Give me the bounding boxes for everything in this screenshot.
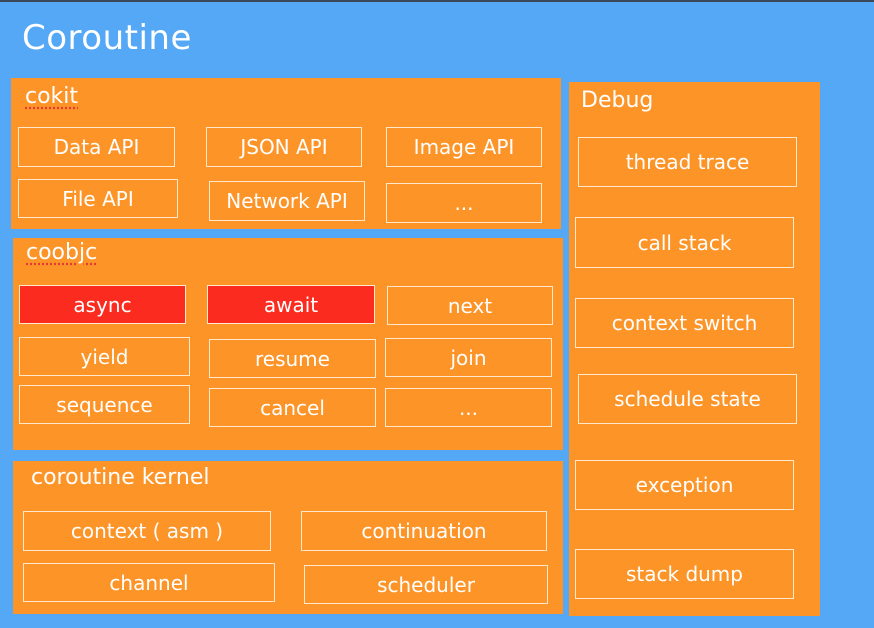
cokit-json-api: JSON API bbox=[206, 127, 362, 167]
coobjc-resume: resume bbox=[209, 339, 376, 378]
cokit-network-api: Network API bbox=[209, 181, 365, 221]
debug-title: Debug bbox=[581, 88, 654, 113]
coobjc-more: ... bbox=[385, 388, 552, 427]
debug-context-switch: context switch bbox=[575, 298, 794, 348]
coobjc-await: await bbox=[207, 285, 375, 324]
cokit-panel: cokit Data API JSON API Image API File A… bbox=[11, 78, 561, 229]
debug-thread-trace: thread trace bbox=[578, 137, 797, 187]
debug-call-stack: call stack bbox=[575, 217, 794, 268]
coobjc-cancel: cancel bbox=[209, 388, 376, 427]
debug-panel: Debug thread trace call stack context sw… bbox=[569, 82, 820, 616]
diagram-title: Coroutine bbox=[22, 18, 192, 58]
kernel-context: context ( asm ) bbox=[23, 511, 271, 551]
cokit-title: cokit bbox=[25, 84, 79, 109]
kernel-channel: channel bbox=[23, 563, 275, 602]
kernel-panel: coroutine kernel context ( asm ) continu… bbox=[13, 461, 563, 614]
cokit-data-api: Data API bbox=[18, 127, 175, 167]
coobjc-title: coobjc bbox=[26, 240, 98, 265]
coobjc-next: next bbox=[387, 286, 553, 325]
kernel-title: coroutine kernel bbox=[31, 465, 210, 490]
cokit-image-api: Image API bbox=[386, 127, 542, 167]
coobjc-async: async bbox=[19, 285, 186, 324]
kernel-continuation: continuation bbox=[301, 511, 547, 551]
debug-schedule-state: schedule state bbox=[578, 374, 797, 424]
cokit-file-api: File API bbox=[18, 179, 178, 218]
coobjc-sequence: sequence bbox=[19, 385, 190, 424]
kernel-scheduler: scheduler bbox=[304, 565, 548, 604]
coobjc-yield: yield bbox=[19, 337, 190, 376]
top-border bbox=[0, 0, 874, 2]
cokit-more: ... bbox=[386, 183, 542, 223]
coobjc-panel: coobjc async await next yield resume joi… bbox=[13, 238, 563, 450]
debug-exception: exception bbox=[575, 460, 794, 510]
debug-stack-dump: stack dump bbox=[575, 549, 794, 599]
coobjc-join: join bbox=[385, 338, 552, 377]
